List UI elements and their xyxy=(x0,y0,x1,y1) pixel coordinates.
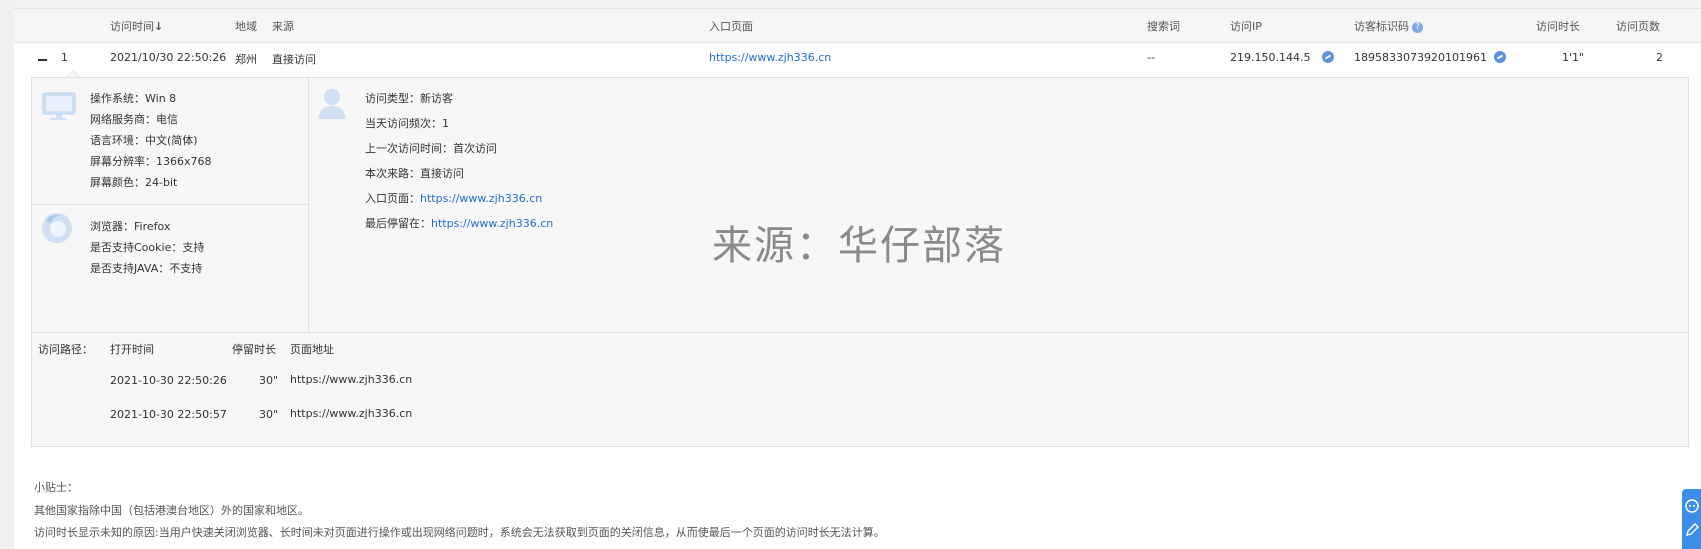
os-row: 操作系统：Win 8 xyxy=(90,92,177,105)
row-visit-time: 2021/10/30 22:50:26 xyxy=(110,51,227,64)
path-row-time: 2021-10-30 22:50:57 xyxy=(110,408,227,421)
user-icon xyxy=(318,89,346,119)
row-index: 1 xyxy=(61,51,68,64)
java-row: 是否支持JAVA：不支持 xyxy=(90,262,203,275)
tips-title: 小贴士： xyxy=(34,481,78,494)
floating-tools-button[interactable] xyxy=(1682,489,1701,549)
col-search-term: 搜索词 xyxy=(1147,20,1180,33)
path-col-url: 页面地址 xyxy=(290,343,334,356)
tips-line-1: 其他国家指除中国（包括港澳台地区）外的国家和地区。 xyxy=(34,504,309,517)
col-visit-ip: 访问IP xyxy=(1230,20,1262,33)
last-visit-row: 上一次访问时间：首次访问 xyxy=(365,142,497,155)
daily-frequency-row: 当天访问频次：1 xyxy=(365,117,449,130)
col-source: 来源 xyxy=(272,20,294,33)
col-duration: 访问时长 xyxy=(1536,20,1580,33)
last-page-link[interactable]: https://www.zjh336.cn xyxy=(431,217,553,230)
detail-pointer xyxy=(66,70,80,77)
entry-page-link[interactable]: https://www.zjh336.cn xyxy=(420,192,542,205)
visit-type-row: 访问类型：新访客 xyxy=(365,92,453,105)
resolution-row: 屏幕分辨率：1366x768 xyxy=(90,155,212,168)
language-row: 语言环境：中文(简体) xyxy=(90,134,198,147)
browser-row: 浏览器：Firefox xyxy=(90,220,171,233)
isp-row: 网络服务商：电信 xyxy=(90,113,178,126)
row-visitor-id: 1895833073920101961 xyxy=(1354,51,1487,64)
path-row-time: 2021-10-30 22:50:26 xyxy=(110,374,227,387)
referrer-row: 本次来路：直接访问 xyxy=(365,167,464,180)
detail-path-divider xyxy=(32,332,1688,333)
color-depth-row: 屏幕颜色：24-bit xyxy=(90,176,178,189)
monitor-icon xyxy=(42,92,76,120)
chat-icon xyxy=(1685,499,1699,513)
sort-down-icon[interactable]: ↓ xyxy=(154,20,163,33)
row-duration: 1'1" xyxy=(1562,51,1585,64)
col-visitor-id: 访客标识码? xyxy=(1354,18,1423,34)
row-page-count: 2 xyxy=(1656,51,1663,64)
col-page-count: 访问页数 xyxy=(1616,20,1660,33)
col-visit-time[interactable]: 访问时间↓ xyxy=(110,18,163,34)
entry-page-row: 入口页面：https://www.zjh336.cn xyxy=(365,192,543,205)
ip-lookup-icon[interactable] xyxy=(1322,51,1334,63)
path-row-url-link[interactable]: https://www.zjh336.cn xyxy=(290,407,412,420)
firefox-icon xyxy=(42,213,72,243)
path-title: 访问路径： xyxy=(38,343,93,356)
path-col-stay: 停留时长 xyxy=(232,343,276,356)
row-region: 郑州 xyxy=(235,53,257,66)
path-col-open-time: 打开时间 xyxy=(110,343,154,356)
path-row-stay: 30" xyxy=(259,374,279,387)
top-strip xyxy=(14,0,1701,9)
detail-row-divider xyxy=(32,204,308,205)
col-visit-time-label: 访问时间 xyxy=(110,20,154,33)
row-search-term: -- xyxy=(1147,51,1155,64)
visitor-lookup-icon[interactable] xyxy=(1494,51,1506,63)
col-entry-page: 入口页面 xyxy=(709,20,753,33)
path-row-url-link[interactable]: https://www.zjh336.cn xyxy=(290,373,412,386)
col-region: 地域 xyxy=(235,20,257,33)
last-page-row: 最后停留在：https://www.zjh336.cn xyxy=(365,217,554,230)
collapse-icon[interactable] xyxy=(38,59,47,61)
detail-col-divider xyxy=(308,78,309,332)
tips-line-2: 访问时长显示未知的原因:当用户快速关闭浏览器、长时间未对页面进行操作或出现网络问… xyxy=(34,526,885,539)
watermark-text: 来源：华仔部落 xyxy=(712,223,1006,269)
left-rail xyxy=(0,0,14,549)
table-row[interactable]: 1 2021/10/30 22:50:26 郑州 直接访问 https://ww… xyxy=(14,43,1701,77)
path-row-stay: 30" xyxy=(259,408,279,421)
table-header: 访问时间↓ 地域 来源 入口页面 搜索词 访问IP 访客标识码? 访问时长 访问… xyxy=(14,9,1701,43)
row-ip: 219.150.144.5 xyxy=(1230,51,1311,64)
col-visitor-id-label: 访客标识码 xyxy=(1354,20,1409,33)
cookie-row: 是否支持Cookie：支持 xyxy=(90,241,205,254)
help-icon[interactable]: ? xyxy=(1412,21,1423,33)
edit-icon xyxy=(1686,523,1699,536)
row-entry-page-link[interactable]: https://www.zjh336.cn xyxy=(709,51,831,64)
row-source: 直接访问 xyxy=(272,53,316,66)
